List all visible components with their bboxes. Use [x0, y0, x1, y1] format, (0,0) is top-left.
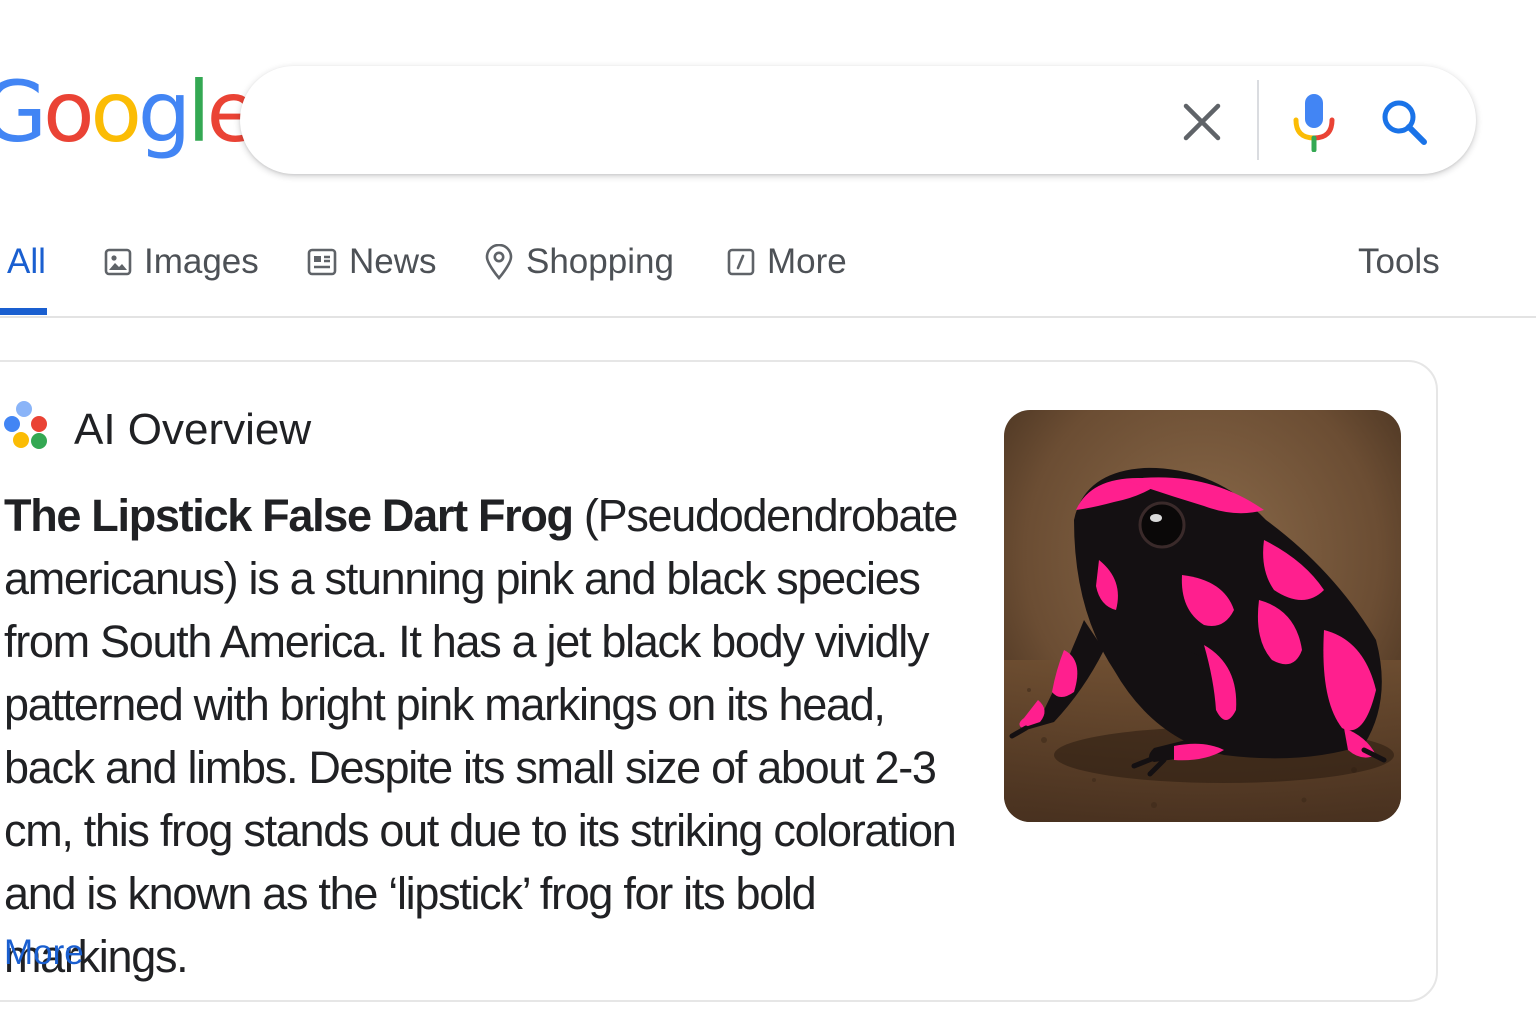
tab-all[interactable]: All — [7, 242, 46, 282]
image-icon — [104, 248, 132, 276]
tab-images[interactable]: Images — [104, 242, 259, 282]
tab-more[interactable]: More — [727, 242, 847, 282]
ai-overview-body: (Pseudodendrobate americanus) is a stunn… — [4, 490, 958, 982]
more-link[interactable]: More — [4, 930, 84, 976]
frog-image[interactable] — [1004, 410, 1401, 822]
tab-label: All — [7, 242, 46, 281]
search-tabs: All Images News Shopping More Tools — [0, 230, 1536, 316]
tab-news[interactable]: News — [307, 242, 437, 282]
logo-letter: l — [187, 63, 210, 161]
ai-overview-text: The Lipstick False Dart Frog (Pseudodend… — [4, 484, 979, 988]
tab-label: Shopping — [526, 242, 674, 281]
google-logo[interactable]: Google — [0, 63, 258, 161]
tabs-divider — [0, 316, 1536, 318]
tab-label: Images — [144, 242, 259, 281]
microphone-icon[interactable] — [1288, 92, 1340, 152]
tab-label: More — [767, 242, 847, 281]
logo-letter: o — [43, 63, 94, 161]
ai-overview-lead: The Lipstick False Dart Frog — [4, 490, 574, 541]
logo-letter: o — [90, 63, 142, 161]
tools-label: Tools — [1358, 242, 1440, 281]
location-pin-icon — [485, 244, 513, 280]
close-icon[interactable] — [1178, 98, 1226, 146]
search-input[interactable] — [280, 92, 1164, 150]
ai-overview-title: AI Overview — [74, 405, 312, 454]
tools-button[interactable]: Tools — [1358, 242, 1440, 282]
active-tab-indicator — [0, 308, 47, 315]
search-divider — [1257, 80, 1259, 160]
logo-letter: G — [0, 63, 47, 161]
tab-label: News — [349, 242, 437, 281]
ai-overview-icon — [4, 401, 47, 449]
logo-letter: g — [137, 63, 191, 161]
edit-square-icon — [727, 248, 755, 276]
tab-shopping[interactable]: Shopping — [484, 242, 674, 282]
news-icon — [307, 248, 337, 276]
search-icon[interactable] — [1378, 96, 1430, 148]
